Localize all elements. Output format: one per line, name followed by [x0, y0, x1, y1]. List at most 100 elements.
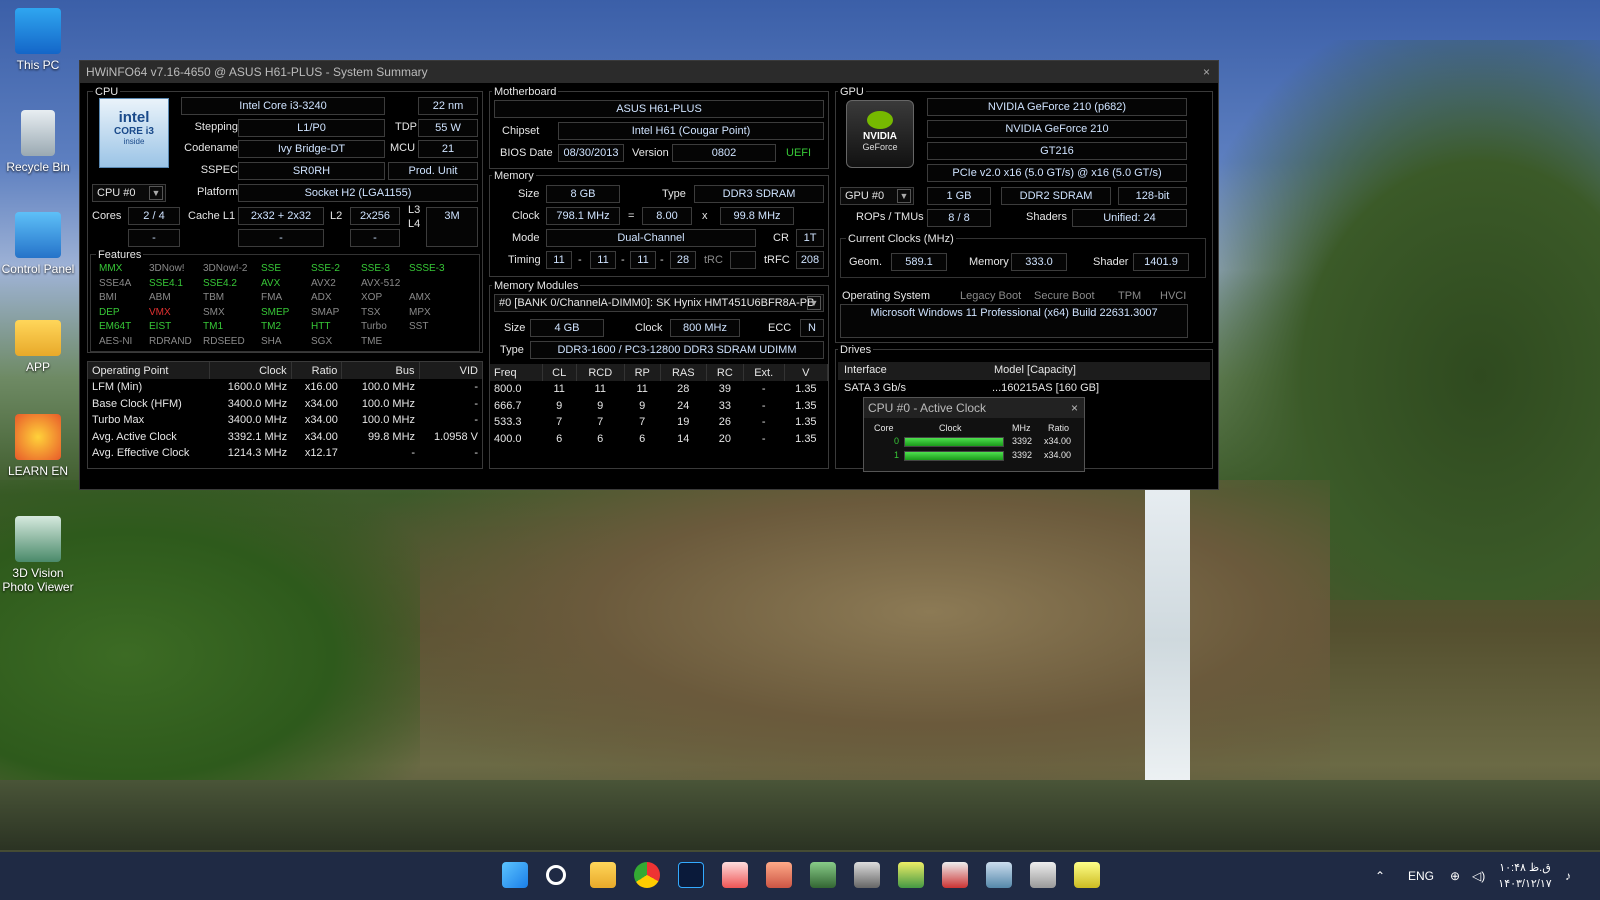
mcu-value: 21 [418, 140, 478, 158]
paint-icon[interactable] [722, 862, 748, 888]
popup-title: CPU #0 - Active Clock [868, 401, 987, 415]
file-explorer-icon[interactable] [590, 862, 616, 888]
feature-flag: TM2 [261, 321, 281, 332]
mem-clock-label: Clock [512, 210, 540, 222]
mem-type-label: Type [662, 188, 686, 200]
col-header: CL [542, 364, 577, 381]
feature-flag: DEP [99, 306, 120, 318]
logo-text: CORE i3 [113, 126, 154, 137]
taskbar: ⌃ ENG ⊕ ◁) ۱۰:۴۸ ق.ظ ۱۴۰۳/۱۲/۱۷ ♪ [0, 852, 1600, 900]
module-type-value: DDR3-1600 / PC3-12800 DDR3 SDRAM UDIMM [530, 341, 824, 359]
cache-l1-label: Cache L1 [188, 210, 236, 222]
chevron-up-icon[interactable]: ⌃ [1375, 852, 1385, 900]
feature-flag: 3DNow! [149, 263, 185, 274]
feature-flag: MMX [99, 263, 123, 274]
language-indicator[interactable]: ENG [1408, 852, 1434, 900]
window-titlebar[interactable]: HWiNFO64 v7.16-4650 @ ASUS H61-PLUS - Sy… [80, 61, 1218, 83]
l2-value: 2x256 [350, 207, 400, 225]
ecc-label: ECC [768, 322, 792, 334]
gpu-mem-clock-value: 333.0 [1011, 253, 1067, 271]
desktop-icon-app[interactable]: APP [0, 314, 76, 374]
desktop-icon-this-pc[interactable]: This PC [0, 8, 76, 72]
memory-modules-section: Memory Modules #0 [BANK 0/ChannelA-DIMM0… [489, 280, 829, 469]
gpu-name-full: NVIDIA GeForce 210 (p682) [927, 98, 1187, 116]
col-header: Interface [844, 364, 887, 376]
drive-interface[interactable]: SATA 3 Gb/s [844, 382, 906, 394]
app-icon[interactable] [766, 862, 792, 888]
trfc-label: tRFC [764, 254, 790, 266]
player-icon[interactable] [1074, 862, 1100, 888]
table-row: Base Clock (HFM) 3400.0 MHz x34.00 100.0 MH… [88, 396, 482, 413]
feature-flag: TM1 [203, 321, 223, 332]
desktop-icon-recycle-bin[interactable]: Recycle Bin [0, 110, 76, 174]
search-icon[interactable] [546, 865, 566, 885]
popup-titlebar[interactable]: CPU #0 - Active Clock × [864, 398, 1084, 418]
cores-value: 2 / 4 [128, 207, 180, 225]
cr-value: 1T [796, 229, 824, 247]
tdp-value: 55 W [418, 119, 478, 137]
col-header: Operating Point [88, 362, 211, 379]
feature-flag: AVX-512 [361, 277, 401, 289]
shaders-label: Shaders [1026, 211, 1067, 223]
volume-icon[interactable]: ◁) [1472, 852, 1485, 900]
platform-label: Platform [197, 186, 238, 198]
table-cell: 7 [556, 416, 563, 429]
hwinfo-sensor-icon[interactable] [1030, 862, 1056, 888]
photo-viewer-icon [15, 516, 61, 562]
stepping-value: L1/P0 [238, 119, 385, 137]
hwinfo-taskbar-icon[interactable] [854, 862, 880, 888]
codename-label: Codename [184, 142, 238, 154]
table-cell: 1214.3 MHz [227, 447, 288, 460]
l3-value: 3M [426, 207, 478, 247]
network-icon[interactable]: ⊕ [1450, 852, 1460, 900]
feature-flag: SSE-2 [311, 263, 340, 274]
desktop-icon-control-panel[interactable]: Control Panel [0, 212, 76, 276]
table-cell: 9 [556, 399, 563, 412]
cpu-selector[interactable]: CPU #0 ▼ [92, 184, 166, 202]
feature-flag: SSE4.1 [149, 277, 183, 289]
feature-flag: SGX [311, 335, 333, 347]
col-header: RCD [576, 364, 625, 381]
table-cell: - [411, 447, 416, 460]
equals-sign: = [628, 210, 635, 222]
drive-model[interactable]: ...160215AS [160 GB] [992, 382, 1099, 394]
os-name: Microsoft Windows 11 Professional (x64) … [840, 304, 1188, 338]
clock[interactable]: ۱۰:۴۸ ق.ظ ۱۴۰۳/۱۲/۱۷ [1495, 860, 1555, 892]
cpu-selector-value: CPU #0 [97, 187, 136, 199]
rops-label: ROPs / TMUs [856, 211, 924, 223]
gpu-selector[interactable]: GPU #0 ▼ [840, 187, 914, 205]
chrome-icon[interactable] [634, 862, 660, 888]
feature-flag: ABM [149, 292, 171, 303]
gpu-memory-bus: 128-bit [1118, 187, 1187, 205]
table-row: Avg. Active Clock 3392.1 MHz x34.00 99.8 MH… [88, 429, 482, 446]
table-row: LFM (Min) 1600.0 MHz x16.00 100.0 MHz - [88, 379, 482, 396]
app-icon[interactable] [898, 862, 924, 888]
clock-bar-fill [905, 438, 1003, 446]
background-waterfall [1145, 480, 1190, 800]
app-icon[interactable] [986, 862, 1012, 888]
desktop-icon-3d-vision[interactable]: 3D Vision Photo Viewer [0, 516, 76, 594]
module-selector[interactable]: #0 [BANK 0/ChannelA-DIMM0]: SK Hynix HMT… [494, 294, 824, 312]
shaders-value: Unified: 24 [1072, 209, 1187, 227]
photoshop-icon[interactable] [678, 862, 704, 888]
table-cell: 11 [594, 383, 606, 396]
folder-icon [15, 320, 61, 356]
mem-mult-value: 8.00 [642, 207, 692, 225]
popup-close-button[interactable]: × [1071, 398, 1078, 418]
col-header: Model [Capacity] [994, 364, 1076, 376]
close-button[interactable]: × [1203, 61, 1210, 83]
sspec-label: SSPEC [200, 164, 238, 176]
col-header: Ratio [291, 362, 343, 379]
clock-bar [904, 451, 1004, 461]
desktop-icon-learn-en[interactable]: LEARN EN [0, 414, 76, 478]
notification-bell-icon[interactable]: ♪ [1565, 852, 1571, 900]
start-icon[interactable] [502, 862, 528, 888]
cache-dash: - [238, 229, 324, 247]
app-icon[interactable] [942, 862, 968, 888]
shader-clock-label: Shader [1093, 256, 1129, 268]
feature-flag: AVX [261, 277, 281, 289]
table-cell: - [474, 397, 478, 410]
app-icon[interactable] [810, 862, 836, 888]
core-ratio: x34.00 [1044, 450, 1072, 460]
mem-clock-value: 798.1 MHz [546, 207, 620, 225]
